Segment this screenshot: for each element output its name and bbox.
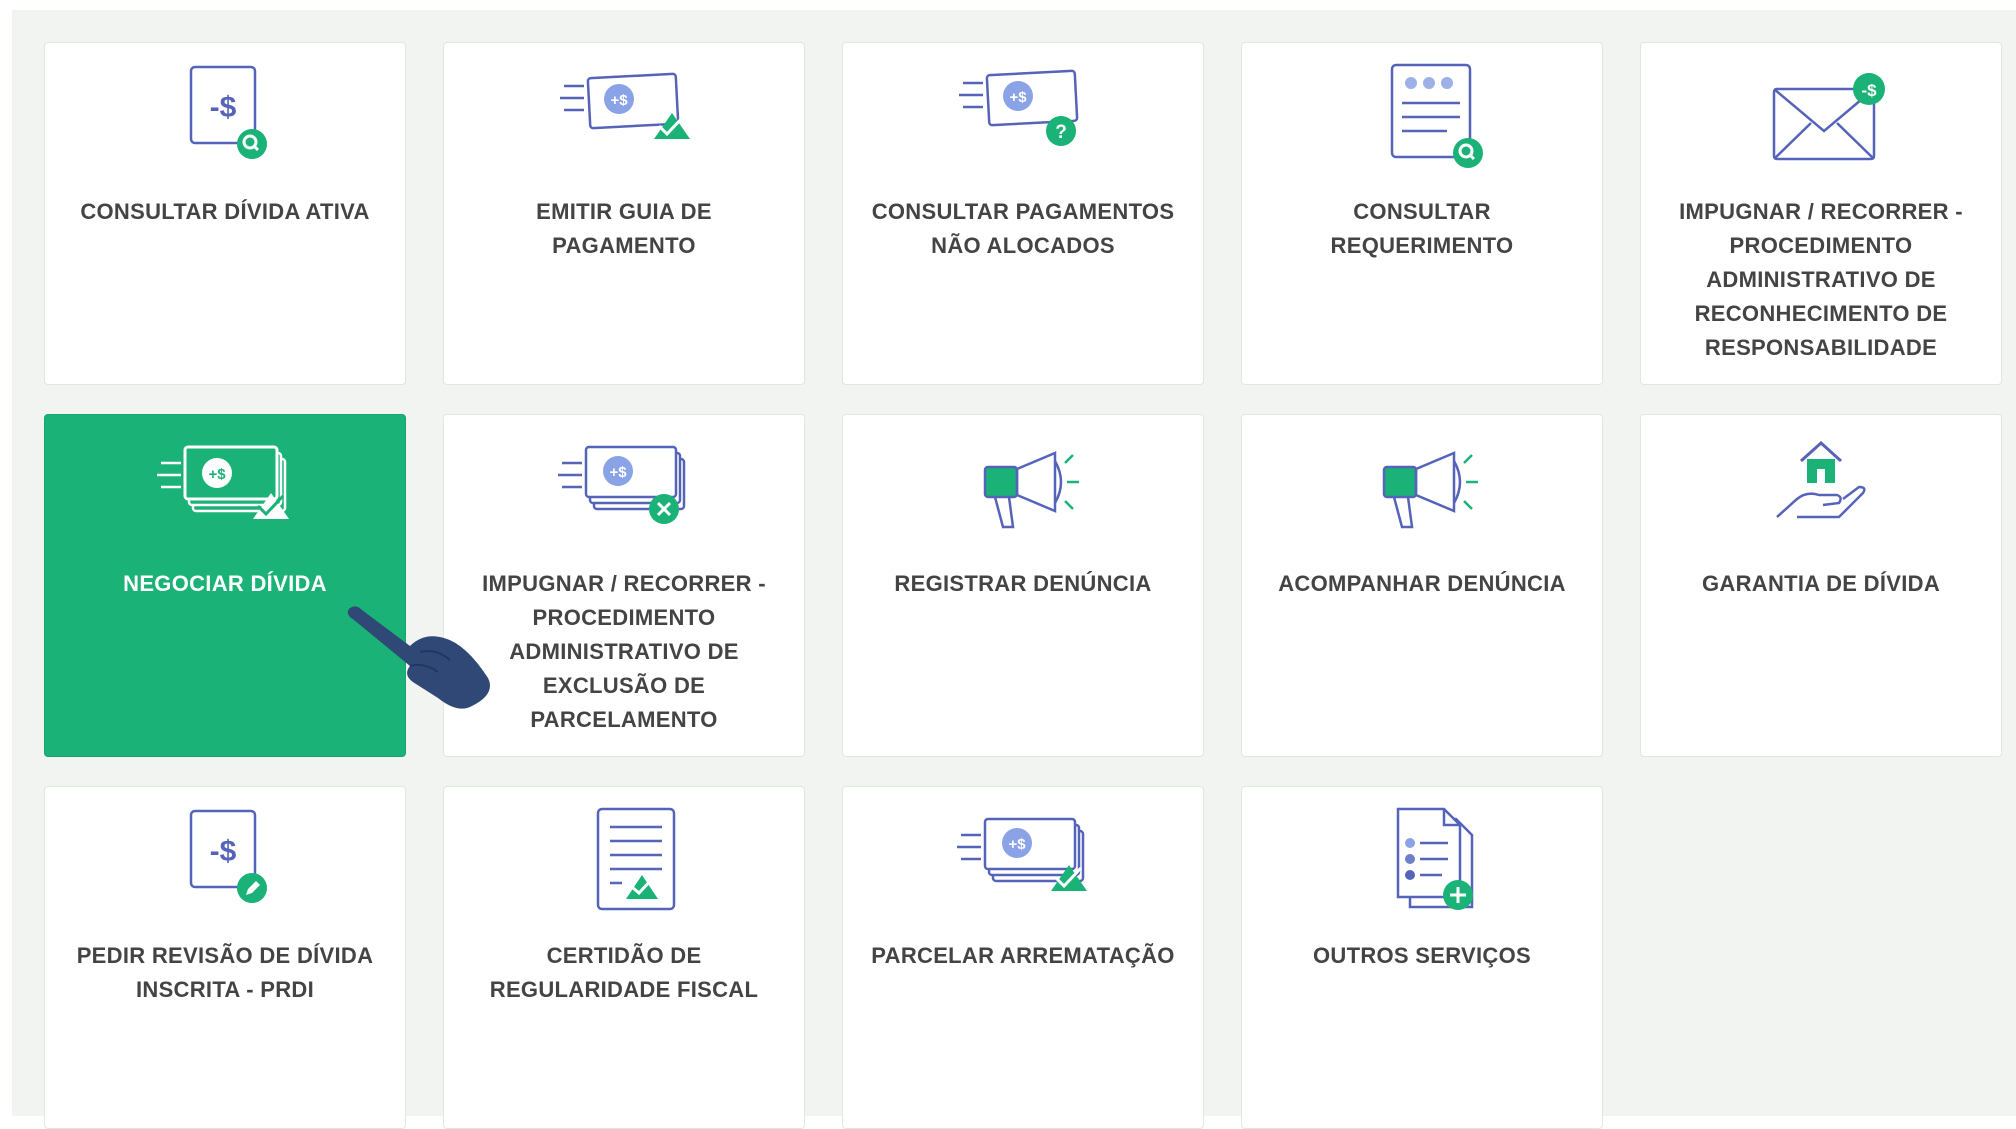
card-label: EMITIR GUIA DE PAGAMENTO	[536, 199, 712, 258]
card-label: CONSULTAR REQUERIMENTO	[1330, 199, 1514, 258]
payment-slip-check-icon: +$	[544, 61, 704, 171]
megaphone-icon	[943, 433, 1103, 543]
card-label: NEGOCIAR DÍVIDA	[123, 571, 327, 596]
svg-text:+$: +$	[610, 92, 628, 109]
card-label: CONSULTAR PAGAMENTOS NÃO ALOCADOS	[871, 199, 1175, 258]
card-impugnar-reconhecimento[interactable]: -$ IMPUGNAR / RECORRER - PROCEDIMENTO AD…	[1640, 42, 2002, 385]
services-panel: -$ CONSULTAR DÍVIDA ATIVA +$ EMITIR GUIA…	[12, 10, 2016, 1129]
svg-text:+$: +$	[609, 464, 627, 481]
card-label: IMPUGNAR / RECORRER - PROCEDIMENTO ADMIN…	[482, 571, 766, 732]
house-in-hand-icon	[1741, 433, 1901, 543]
card-consultar-divida-ativa[interactable]: -$ CONSULTAR DÍVIDA ATIVA	[44, 42, 406, 385]
card-label: CONSULTAR DÍVIDA ATIVA	[80, 199, 370, 224]
card-label: PEDIR REVISÃO DE DÍVIDA INSCRITA - PRDI	[76, 943, 374, 1002]
debt-edit-icon: -$	[145, 805, 305, 915]
card-negociar-divida[interactable]: +$ NEGOCIAR DÍVIDA	[44, 414, 406, 757]
money-stack-check-icon: +$	[943, 805, 1103, 915]
debt-search-icon: -$	[145, 61, 305, 171]
card-emitir-guia[interactable]: +$ EMITIR GUIA DE PAGAMENTO	[443, 42, 805, 385]
card-consultar-requerimento[interactable]: CONSULTAR REQUERIMENTO	[1241, 42, 1603, 385]
megaphone-icon	[1342, 433, 1502, 543]
payment-question-icon: +$ ?	[943, 61, 1103, 171]
svg-text:+$: +$	[1008, 836, 1026, 853]
card-label: PARCELAR ARREMATAÇÃO	[871, 943, 1175, 968]
card-label: IMPUGNAR / RECORRER - PROCEDIMENTO ADMIN…	[1679, 199, 1963, 360]
card-label: OUTROS SERVIÇOS	[1312, 943, 1532, 968]
svg-text:+$: +$	[208, 466, 226, 483]
card-parcelar-arrematacao[interactable]: +$ PARCELAR ARREMATAÇÃO	[842, 786, 1204, 1129]
envelope-money-icon: -$	[1741, 61, 1901, 171]
card-label: REGISTRAR DENÚNCIA	[894, 571, 1152, 596]
card-garantia-divida[interactable]: GARANTIA DE DÍVIDA	[1640, 414, 2002, 757]
svg-text:-$: -$	[210, 835, 237, 868]
document-search-icon	[1342, 61, 1502, 171]
card-outros-servicos[interactable]: OUTROS SERVIÇOS	[1241, 786, 1603, 1129]
card-certidao-regularidade[interactable]: CERTIDÃO DE REGULARIDADE FISCAL	[443, 786, 805, 1129]
documents-add-icon	[1342, 805, 1502, 915]
card-registrar-denuncia[interactable]: REGISTRAR DENÚNCIA	[842, 414, 1204, 757]
money-stack-check-icon: +$	[145, 433, 305, 543]
card-label: CERTIDÃO DE REGULARIDADE FISCAL	[489, 943, 759, 1002]
card-label: ACOMPANHAR DENÚNCIA	[1278, 571, 1566, 596]
svg-text:?: ?	[1055, 122, 1067, 143]
card-impugnar-exclusao[interactable]: +$ IMPUGNAR / RECORRER - PROCEDIMENTO AD…	[443, 414, 805, 757]
card-pedir-revisao[interactable]: -$ PEDIR REVISÃO DE DÍVIDA INSCRITA - PR…	[44, 786, 406, 1129]
money-stack-remove-icon: +$	[544, 433, 704, 543]
svg-text:-$: -$	[210, 91, 237, 124]
certificate-icon	[544, 805, 704, 915]
card-acompanhar-denuncia[interactable]: ACOMPANHAR DENÚNCIA	[1241, 414, 1603, 757]
card-label: GARANTIA DE DÍVIDA	[1701, 571, 1941, 596]
svg-text:-$: -$	[1861, 81, 1877, 100]
card-consultar-pagamentos[interactable]: +$ ? CONSULTAR PAGAMENTOS NÃO ALOCADOS	[842, 42, 1204, 385]
svg-text:+$: +$	[1009, 89, 1027, 106]
